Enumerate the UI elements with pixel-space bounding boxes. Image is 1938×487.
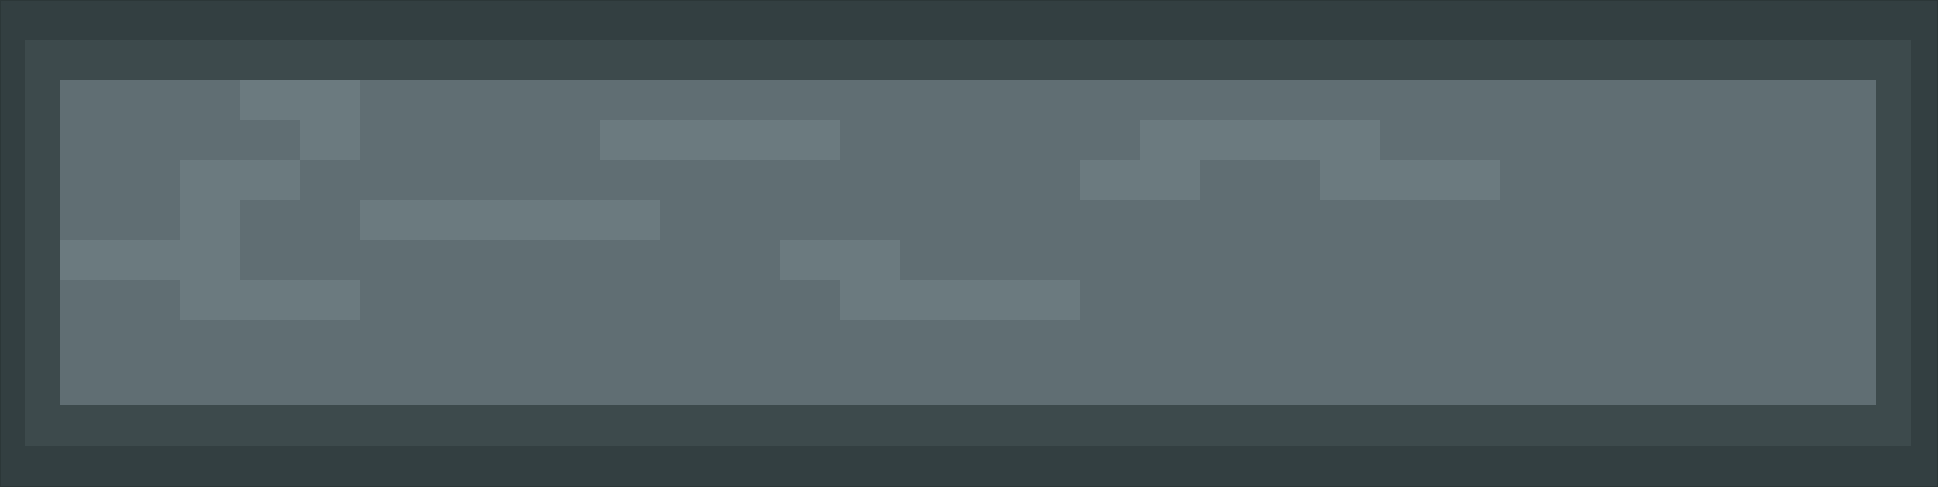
path-segment (360, 200, 660, 240)
path-segment (840, 280, 1080, 320)
path-segment (780, 240, 900, 280)
game-board (0, 0, 1938, 487)
path-segment (600, 120, 840, 160)
path-segment (1140, 120, 1380, 160)
path-segment (180, 280, 360, 320)
path-segment (180, 200, 240, 240)
path-segment (1320, 160, 1500, 200)
path-segment (180, 160, 300, 200)
path-segment (60, 240, 240, 280)
path-segment (300, 120, 360, 160)
path-segment (240, 80, 360, 120)
path-segment (1080, 160, 1200, 200)
